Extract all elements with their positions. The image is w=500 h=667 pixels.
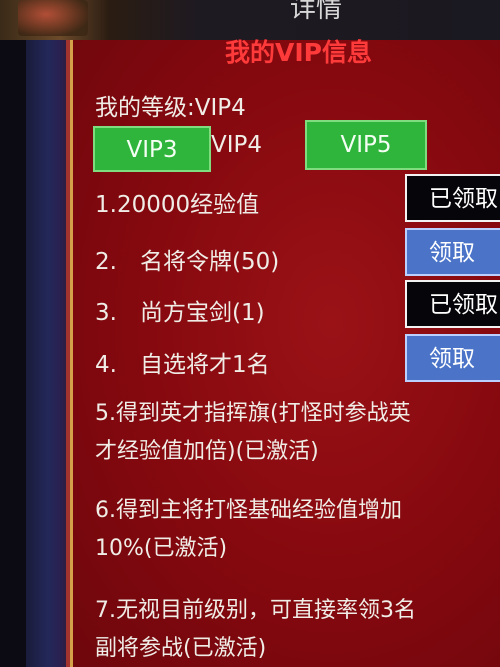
claimed-button-sword[interactable]: 已领取 xyxy=(405,280,500,328)
reward-item-token: 2. 名将令牌(50) xyxy=(95,242,279,276)
perk-line: 5.得到英才指挥旗(打怪时参战英 xyxy=(95,401,411,426)
perk-item-exp-bonus: 6.得到主将打怪基础经验值增加 10%(已激活) xyxy=(95,492,500,568)
perk-line: 副将参战(已激活) xyxy=(95,636,267,661)
reward-label: 自选将才1名 xyxy=(140,352,270,378)
decorative-border xyxy=(26,40,76,667)
vip3-tab-button[interactable]: VIP3 xyxy=(93,126,211,172)
top-banner: 详情 xyxy=(0,0,500,40)
reward-item-sword: 3. 尚方宝剑(1) xyxy=(95,293,265,327)
reward-item-general: 4. 自选将才1名 xyxy=(95,345,270,379)
reward-number: 2. xyxy=(95,249,117,275)
reward-label: 1.20000经验值 xyxy=(95,192,260,218)
vip-info-panel: 我的VIP信息 我的等级:VIP4 VIP3 VIP4 VIP5 1.20000… xyxy=(70,38,500,667)
perk-item-flag: 5.得到英才指挥旗(打怪时参战英 才经验值加倍)(已激活) xyxy=(95,395,500,471)
reward-number: 3. xyxy=(95,300,117,326)
claimed-button-exp[interactable]: 已领取 xyxy=(405,174,500,222)
vip5-tab-button[interactable]: VIP5 xyxy=(305,120,427,170)
claim-button-general[interactable]: 领取 xyxy=(405,334,500,382)
game-screen: 详情 我的VIP信息 我的等级:VIP4 VIP3 VIP4 VIP5 1.20… xyxy=(0,0,500,667)
perk-item-deputy: 7.无视目前级别，可直接率领3名 副将参战(已激活) xyxy=(95,592,500,667)
perk-line: 7.无视目前级别，可直接率领3名 xyxy=(95,598,416,623)
perk-line: 6.得到主将打怪基础经验值增加 xyxy=(95,498,402,523)
reward-label: 尚方宝剑(1) xyxy=(140,300,265,326)
reward-number: 4. xyxy=(95,352,117,378)
vip-level-label: 我的等级:VIP4 xyxy=(95,95,246,121)
window-title: 详情 xyxy=(290,0,343,24)
reward-item-exp: 1.20000经验值 xyxy=(95,185,259,219)
claim-button-token[interactable]: 领取 xyxy=(405,228,500,276)
perk-line: 才经验值加倍)(已激活) xyxy=(95,439,319,464)
scene-thumbnail xyxy=(18,0,88,36)
perk-line: 10%(已激活) xyxy=(95,536,228,561)
panel-title: 我的VIP信息 xyxy=(225,38,372,67)
vip4-current-label: VIP4 xyxy=(211,132,263,158)
reward-label: 名将令牌(50) xyxy=(140,249,280,275)
